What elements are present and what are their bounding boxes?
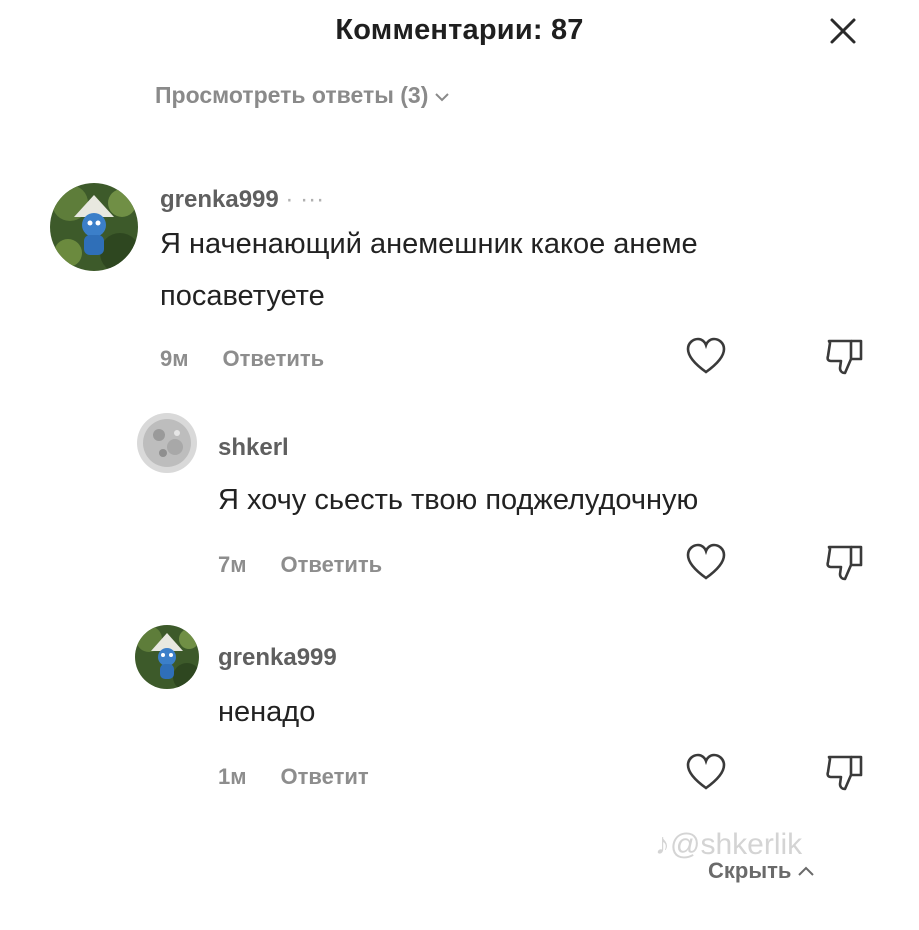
comment-text: Я хочу сьесть твою поджелудочную xyxy=(218,484,699,516)
close-button[interactable] xyxy=(822,12,862,52)
comment-time: 9м xyxy=(160,346,189,371)
dislike-button[interactable] xyxy=(823,335,867,379)
comment-username[interactable]: grenka999 · ··· xyxy=(160,186,324,214)
avatar-image xyxy=(135,625,199,689)
thumbs-down-icon xyxy=(826,339,863,375)
comment-meta: 7м Ответить xyxy=(218,552,382,578)
close-icon xyxy=(830,18,856,44)
like-button[interactable] xyxy=(684,335,728,379)
thumbs-down-icon xyxy=(826,545,863,581)
dislike-button[interactable] xyxy=(823,751,867,795)
avatar[interactable] xyxy=(135,625,199,689)
reply-button[interactable]: Ответить xyxy=(281,552,383,578)
comment-text: Я наченающий анемешник какое анеме xyxy=(160,228,698,260)
reply-button[interactable]: Ответить xyxy=(223,346,325,372)
comment-time: 1м xyxy=(218,764,247,789)
hide-replies-link[interactable]: Скрыть xyxy=(708,858,815,884)
comment-meta: 1м Ответит xyxy=(218,764,369,790)
chevron-up-icon xyxy=(798,866,815,876)
chevron-down-icon xyxy=(435,92,450,101)
comment-username[interactable]: shkerl xyxy=(218,434,289,462)
avatar[interactable] xyxy=(50,183,138,271)
heart-icon xyxy=(686,337,726,374)
comment-username[interactable]: grenka999 xyxy=(218,644,337,672)
comment-text-continued: посаветуете xyxy=(160,280,325,312)
dislike-button[interactable] xyxy=(823,541,867,585)
view-replies-label: Просмотреть ответы (3) xyxy=(155,82,429,108)
comment-meta: 9м Ответить xyxy=(160,346,324,372)
avatar-image xyxy=(50,183,138,271)
hide-label: Скрыть xyxy=(708,858,792,883)
heart-icon xyxy=(686,753,726,790)
like-button[interactable] xyxy=(684,541,728,585)
username-suffix: · ··· xyxy=(285,186,325,213)
thumbs-down-icon xyxy=(826,755,863,791)
like-button[interactable] xyxy=(684,751,728,795)
comment-time: 7м xyxy=(218,552,247,577)
page-title: Комментарии: 87 xyxy=(335,14,584,46)
avatar-image xyxy=(137,413,197,473)
watermark: ♪@shkerlik xyxy=(655,828,803,861)
view-replies-link[interactable]: Просмотреть ответы (3) xyxy=(155,82,450,109)
comment-text: ненадо xyxy=(218,696,316,728)
heart-icon xyxy=(686,543,726,580)
reply-button[interactable]: Ответит xyxy=(281,764,369,790)
avatar[interactable] xyxy=(137,413,197,473)
